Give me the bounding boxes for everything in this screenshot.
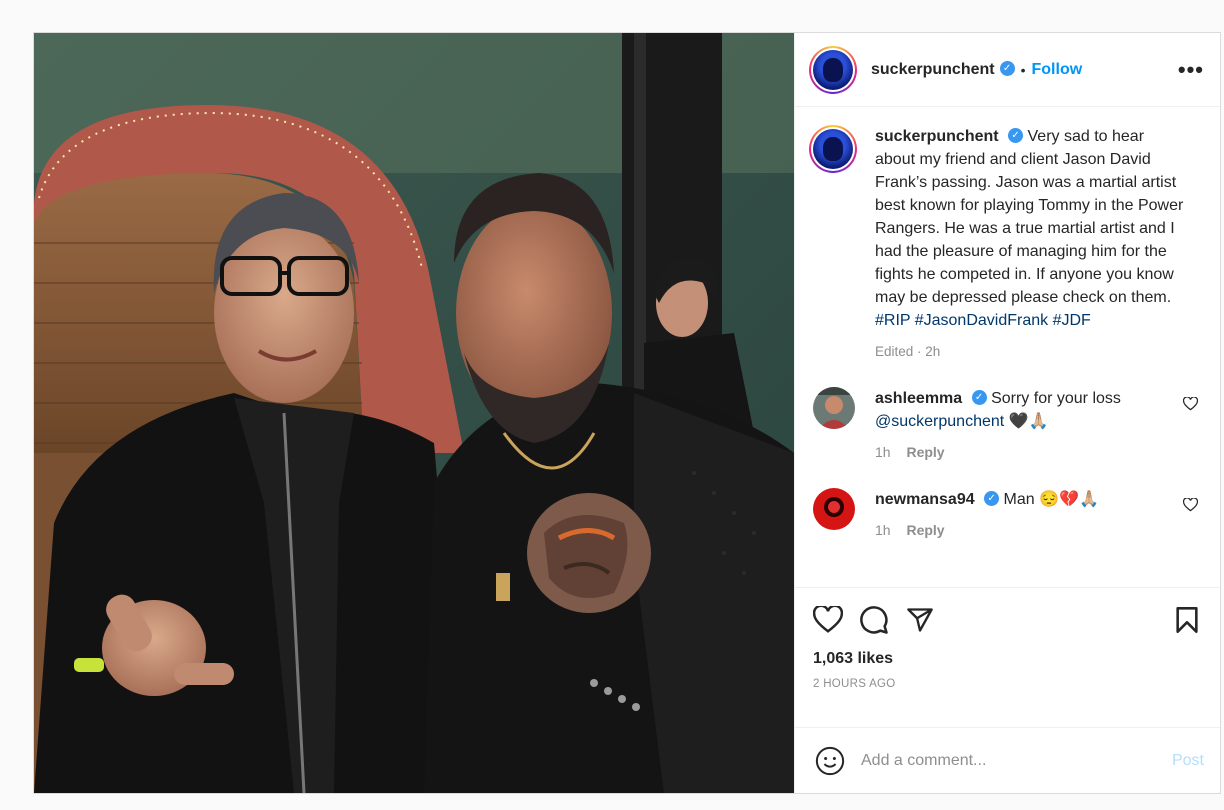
add-comment-bar: Post <box>795 727 1220 793</box>
comment-input[interactable] <box>859 750 1172 771</box>
comment-meta: 1h Reply <box>875 441 1155 464</box>
comments-section[interactable]: suckerpunchent ✓ Very sad to hear about … <box>795 107 1220 587</box>
commenter-username[interactable]: ashleemma <box>875 390 962 407</box>
follow-button[interactable]: Follow <box>1032 61 1083 79</box>
post-actions: 1,063 likes 2 HOURS AGO <box>795 587 1220 727</box>
comment-time: 1h <box>875 522 891 538</box>
emoji-icon[interactable] <box>815 746 845 776</box>
post-timestamp: 2 HOURS AGO <box>813 678 896 690</box>
like-count[interactable]: 1,063 likes <box>813 650 1204 668</box>
comment-body: newmansa94 ✓ Man 😔💔🙏🏼 1h Reply <box>875 488 1155 542</box>
comment-body: ashleemma ✓ Sorry for your loss @suckerp… <box>875 387 1155 464</box>
author-avatar[interactable] <box>809 45 857 94</box>
caption-meta: Edited · 2h <box>875 344 941 359</box>
verified-badge-icon: ✓ <box>1008 128 1024 144</box>
comment-text: Man <box>1003 491 1035 508</box>
comment-like-heart-icon[interactable] <box>1183 397 1198 411</box>
post-card: suckerpunchent ✓ • Follow ••• suckerpunc… <box>33 32 1221 794</box>
share-icon[interactable] <box>905 606 935 634</box>
post-sidebar: suckerpunchent ✓ • Follow ••• suckerpunc… <box>794 33 1220 793</box>
comment-like-heart-icon[interactable] <box>1183 498 1198 512</box>
action-icons <box>813 602 1204 638</box>
commenter-username[interactable]: newmansa94 <box>875 491 975 508</box>
avatar-image <box>813 488 855 530</box>
reply-button[interactable]: Reply <box>906 522 944 538</box>
verified-badge-icon: ✓ <box>971 390 987 406</box>
comment-icon[interactable] <box>859 605 889 635</box>
commenter-avatar[interactable] <box>813 387 855 429</box>
comment-meta: 1h Reply <box>875 519 1155 542</box>
caption-author-avatar[interactable] <box>809 125 857 173</box>
verified-badge-icon: ✓ <box>984 491 1000 507</box>
comment-item: newmansa94 ✓ Man 😔💔🙏🏼 1h Reply <box>809 488 1204 542</box>
reply-button[interactable]: Reply <box>906 444 944 460</box>
comment-emoji: 🖤🙏🏼 <box>1008 413 1049 430</box>
bookmark-icon[interactable] <box>1174 606 1200 634</box>
separator-dot: • <box>1020 61 1026 78</box>
hashtag-link[interactable]: #JasonDavidFrank <box>915 312 1048 329</box>
commenter-avatar[interactable] <box>813 488 855 530</box>
heart-icon[interactable] <box>813 606 843 634</box>
caption-username[interactable]: suckerpunchent <box>875 128 999 145</box>
avatar-frame <box>811 127 855 171</box>
photo-illustration <box>34 33 794 793</box>
hashtag-link[interactable]: #RIP <box>875 312 910 329</box>
caption-body: suckerpunchent ✓ Very sad to hear about … <box>875 125 1185 363</box>
hashtag-link[interactable]: #JDF <box>1053 312 1091 329</box>
avatar-image <box>813 129 853 169</box>
verified-badge-icon: ✓ <box>999 61 1015 76</box>
comment-text: Sorry for your loss <box>991 390 1121 407</box>
avatar-frame <box>811 47 855 92</box>
caption: suckerpunchent ✓ Very sad to hear about … <box>809 125 1204 363</box>
comment-item: ashleemma ✓ Sorry for your loss @suckerp… <box>809 387 1204 464</box>
post-comment-button[interactable]: Post <box>1172 752 1204 770</box>
comment-emoji: 😔💔🙏🏼 <box>1039 491 1099 508</box>
author-username[interactable]: suckerpunchent <box>871 61 995 79</box>
comment-time: 1h <box>875 444 891 460</box>
avatar-image <box>813 49 853 90</box>
post-header: suckerpunchent ✓ • Follow ••• <box>795 33 1220 107</box>
post-photo[interactable] <box>34 33 794 793</box>
avatar-image <box>813 387 855 429</box>
caption-text: Very sad to hear about my friend and cli… <box>875 128 1184 306</box>
more-options-icon[interactable]: ••• <box>1178 58 1204 81</box>
mention-link[interactable]: @suckerpunchent <box>875 413 1004 430</box>
